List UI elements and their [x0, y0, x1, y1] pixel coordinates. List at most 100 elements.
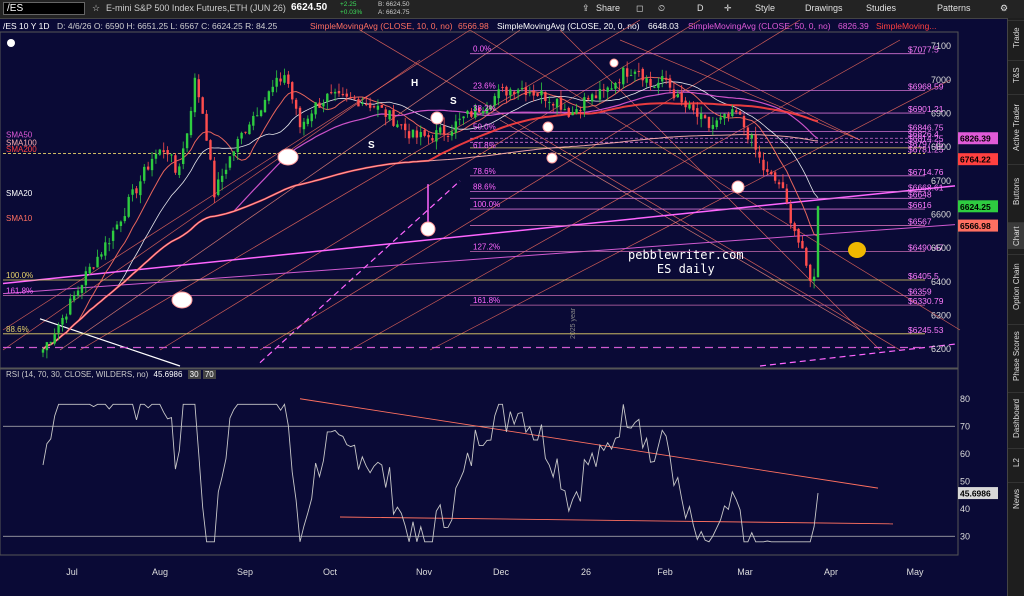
candle-body — [220, 175, 224, 182]
price-tag: 6624.25 — [960, 202, 991, 212]
annotation-marker — [420, 221, 436, 237]
candle-body — [380, 104, 384, 108]
candle-body — [96, 256, 99, 268]
ask-price: A: 6624.75 — [378, 9, 410, 16]
symbol-description: E-mini S&P 500 Index Futures,ETH (JUN 26… — [106, 3, 286, 13]
left-fib-label: 100.0% — [6, 271, 33, 280]
candle-body — [306, 118, 310, 125]
time-axis: Jul Aug Sep Oct Nov Dec 26 Feb Mar Apr May — [66, 567, 924, 577]
watermark-line1: pebblewriter.com — [628, 248, 744, 262]
candle-body — [361, 102, 364, 104]
candle-body — [388, 110, 391, 120]
candle-body — [629, 75, 633, 77]
price-tick-label: 6600 — [931, 209, 951, 219]
rsi-tick-label: 30 — [960, 531, 970, 541]
symbol-field[interactable]: /ES — [3, 2, 85, 15]
timeframe-icon[interactable]: ⏲ — [658, 3, 665, 14]
sidebar-tab-chart[interactable]: Chart — [1008, 222, 1024, 249]
chart-canvas[interactable]: 2025 year $7077.5$6968.59$6901.21$6846.7… — [0, 18, 1007, 596]
sidebar-tab-phase-scores[interactable]: Phase Scores — [1008, 324, 1024, 387]
candle-body — [232, 151, 236, 156]
sidebar-tab-trade[interactable]: Trade — [1008, 20, 1024, 55]
patterns-button[interactable]: Patterns — [937, 3, 971, 13]
watermark: pebblewriter.com ES daily — [628, 248, 744, 276]
candle-body — [746, 127, 750, 140]
crosshair-icon[interactable]: ✛ — [724, 3, 732, 14]
fib-label: 88.6% — [473, 183, 496, 192]
candle-body — [403, 123, 407, 131]
symbol-link-icon[interactable]: ◻ — [636, 3, 643, 14]
candle-body — [357, 99, 360, 107]
price-tag: 6826.39 — [960, 134, 991, 144]
candle-body — [341, 93, 345, 96]
price-tick-label: 7100 — [931, 41, 951, 51]
annotation-marker — [609, 58, 619, 68]
annotation-marker — [277, 148, 299, 166]
right-sidebar: Trade T&S Active Trader Buttons Chart Option … — [1007, 18, 1024, 596]
candle-body — [805, 247, 808, 266]
candle-body — [368, 102, 372, 108]
period-button[interactable]: D — [697, 3, 704, 13]
toolbar: /ES ☆ E-mini S&P 500 Index Futures,ETH (… — [0, 0, 1024, 19]
rsi-overbought-label: 70 — [202, 370, 216, 379]
candle-body — [252, 115, 255, 126]
candle-body — [766, 169, 769, 172]
candle-body — [692, 104, 695, 111]
candle-body — [131, 189, 134, 195]
candle-body — [419, 132, 422, 138]
drawings-button[interactable]: Drawings — [805, 3, 843, 13]
ma-label: SMA10 — [6, 214, 33, 223]
star-icon[interactable]: ☆ — [92, 3, 100, 14]
candle-body — [812, 276, 816, 281]
candle-body — [337, 90, 341, 94]
studies-button[interactable]: Studies — [866, 3, 896, 13]
share-icon[interactable]: ⇪ — [582, 3, 590, 14]
candle-body — [668, 78, 672, 88]
share-button[interactable]: Share — [596, 3, 620, 13]
sidebar-tab-news[interactable]: News — [1008, 482, 1024, 515]
candle-body — [100, 254, 103, 257]
sidebar-tab-t-s[interactable]: T&S — [1008, 60, 1024, 89]
candle-body — [711, 124, 715, 129]
rsi-tick-label: 70 — [960, 421, 970, 431]
settings-gear-icon[interactable]: ⚙ — [1000, 3, 1008, 14]
sidebar-tab-dashboard[interactable]: Dashboard — [1008, 392, 1024, 443]
candle-body — [653, 86, 656, 88]
candle-body — [513, 91, 516, 95]
candle-body — [606, 87, 609, 92]
sidebar-tab-option-chain[interactable]: Option Chain — [1008, 254, 1024, 319]
sma50-line — [42, 91, 819, 350]
candle-body — [197, 79, 200, 98]
sidebar-tab-l2[interactable]: L2 — [1008, 448, 1024, 477]
candle-body — [703, 115, 707, 119]
net-change: +2.25 — [340, 1, 357, 8]
sidebar-tab-buttons[interactable]: Buttons — [1008, 164, 1024, 217]
sidebar-tab-active-trader[interactable]: Active Trader — [1008, 94, 1024, 159]
candle-body — [450, 131, 454, 136]
candle-body — [610, 88, 613, 90]
price-tick-label: 6300 — [931, 310, 951, 320]
style-button[interactable]: Style — [755, 3, 775, 13]
candle-body — [750, 134, 753, 139]
candle-body — [696, 108, 699, 117]
candle-body — [699, 113, 703, 120]
candle-body — [279, 78, 282, 82]
trend-line — [159, 19, 701, 351]
candle-body — [298, 107, 302, 128]
candle-body — [559, 97, 563, 110]
candle-body — [785, 188, 789, 203]
candle-body — [657, 82, 660, 88]
candle-body — [205, 113, 208, 141]
candle-body — [427, 134, 430, 138]
candle-body — [411, 129, 415, 138]
annotation-marker — [546, 152, 558, 164]
candle-body — [349, 97, 352, 99]
price-tick-label: 6700 — [931, 176, 951, 186]
fib-label: 161.8% — [473, 296, 500, 305]
sma200-line — [42, 134, 819, 350]
candle-body — [742, 116, 746, 128]
last-price: 6624.50 — [291, 2, 328, 13]
candle-body — [509, 89, 512, 96]
candle-body — [454, 121, 458, 133]
candle-body — [291, 82, 294, 100]
